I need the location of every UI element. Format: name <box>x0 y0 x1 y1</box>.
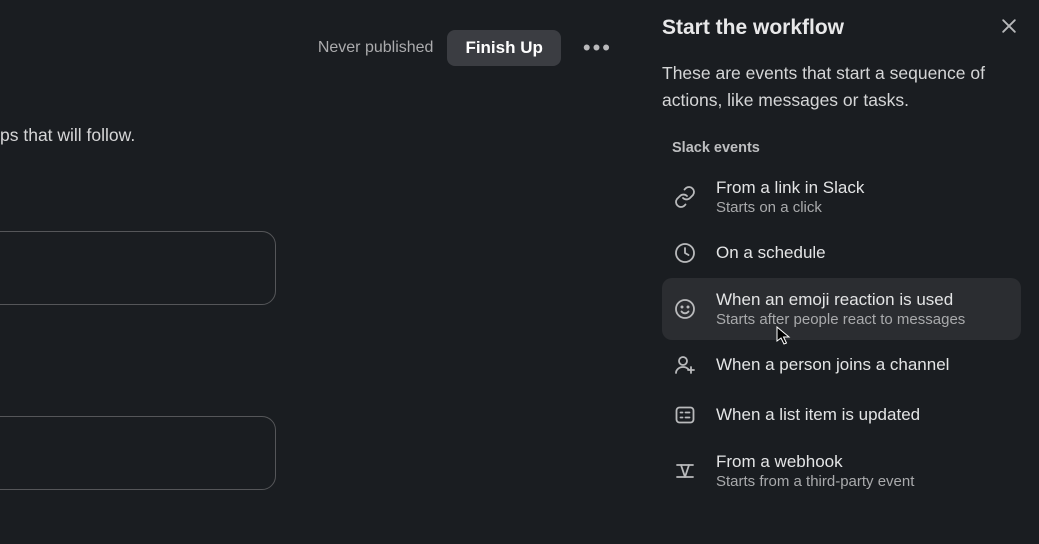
more-horizontal-icon: ••• <box>583 35 612 60</box>
emoji-icon <box>672 296 698 322</box>
trigger-text: When an emoji reaction is used Starts af… <box>716 290 965 328</box>
finish-up-button[interactable]: Finish Up <box>447 30 560 66</box>
trigger-subtitle: Starts on a click <box>716 199 864 216</box>
canvas-text-fragment: ps that will follow. <box>0 125 135 146</box>
trigger-title: When a person joins a channel <box>716 355 949 375</box>
close-panel-button[interactable] <box>997 14 1021 38</box>
trigger-from-webhook[interactable]: From a webhook Starts from a third-party… <box>662 440 1021 502</box>
trigger-person-joins[interactable]: When a person joins a channel <box>662 340 1021 390</box>
trigger-event-list: From a link in Slack Starts on a click O… <box>662 166 1021 502</box>
trigger-title: On a schedule <box>716 243 826 263</box>
trigger-text: When a person joins a channel <box>716 355 949 375</box>
person-add-icon <box>672 352 698 378</box>
trigger-from-link[interactable]: From a link in Slack Starts on a click <box>662 166 1021 228</box>
panel-description: These are events that start a sequence o… <box>662 60 1014 114</box>
publish-status: Never published <box>318 39 434 57</box>
trigger-text: From a webhook Starts from a third-party… <box>716 452 914 490</box>
trigger-title: When an emoji reaction is used <box>716 290 965 310</box>
trigger-subtitle: Starts after people react to messages <box>716 311 965 328</box>
trigger-on-schedule[interactable]: On a schedule <box>662 228 1021 278</box>
close-icon <box>999 16 1019 36</box>
clock-icon <box>672 240 698 266</box>
list-item-icon <box>672 402 698 428</box>
link-icon <box>672 184 698 210</box>
workflow-step-placeholder[interactable] <box>0 416 276 490</box>
panel-title: Start the workflow <box>662 16 844 40</box>
trigger-title: From a link in Slack <box>716 178 864 198</box>
trigger-title: From a webhook <box>716 452 914 472</box>
trigger-text: From a link in Slack Starts on a click <box>716 178 864 216</box>
top-actions: Never published Finish Up ••• <box>318 30 620 66</box>
trigger-text: On a schedule <box>716 243 826 263</box>
workflow-step-placeholder[interactable] <box>0 231 276 305</box>
events-section-label: Slack events <box>672 140 1021 156</box>
workflow-canvas: Never published Finish Up ••• ps that wi… <box>0 0 640 544</box>
trigger-text: When a list item is updated <box>716 405 920 425</box>
trigger-subtitle: Starts from a third-party event <box>716 473 914 490</box>
more-actions-button[interactable]: ••• <box>575 31 620 65</box>
panel-header: Start the workflow <box>662 16 1021 40</box>
trigger-list-item-updated[interactable]: When a list item is updated <box>662 390 1021 440</box>
trigger-emoji-reaction[interactable]: When an emoji reaction is used Starts af… <box>662 278 1021 340</box>
webhook-icon <box>672 458 698 484</box>
trigger-title: When a list item is updated <box>716 405 920 425</box>
start-workflow-panel: Start the workflow These are events that… <box>640 0 1039 544</box>
